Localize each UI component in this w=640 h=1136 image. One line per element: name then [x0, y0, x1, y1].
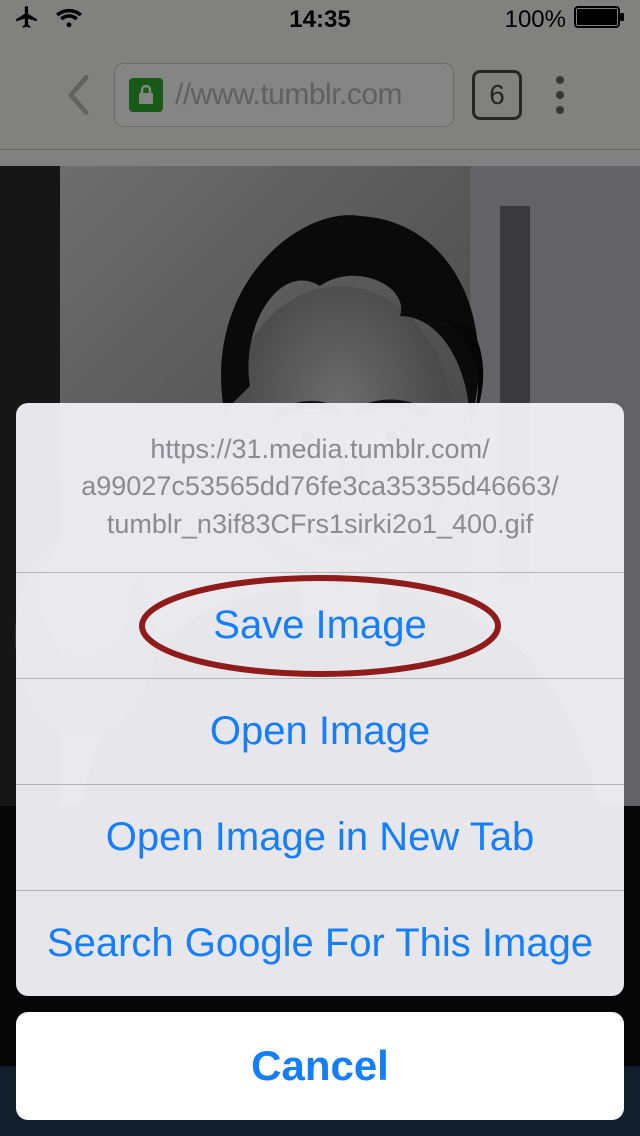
action-label-cancel: Cancel [251, 1042, 389, 1089]
action-sheet: https://31.media.tumblr.com/ a99027c5356… [16, 403, 624, 1120]
action-sheet-title-line2: a99027c53565dd76fe3ca35355d46663/ [46, 468, 594, 506]
action-sheet-title-line3: tumblr_n3if83CFrs1sirki2o1_400.gif [46, 506, 594, 544]
action-label-search-google: Search Google For This Image [47, 921, 593, 965]
action-cancel[interactable]: Cancel [16, 1012, 624, 1120]
action-label-open-image: Open Image [210, 709, 430, 753]
action-label-open-new-tab: Open Image in New Tab [106, 815, 534, 859]
action-search-google[interactable]: Search Google For This Image [16, 890, 624, 996]
action-sheet-title-line1: https://31.media.tumblr.com/ [46, 431, 594, 469]
action-open-image[interactable]: Open Image [16, 678, 624, 784]
action-open-new-tab[interactable]: Open Image in New Tab [16, 784, 624, 890]
action-label-save-image: Save Image [213, 603, 426, 647]
action-sheet-title: https://31.media.tumblr.com/ a99027c5356… [16, 403, 624, 572]
action-save-image[interactable]: Save Image [16, 572, 624, 678]
